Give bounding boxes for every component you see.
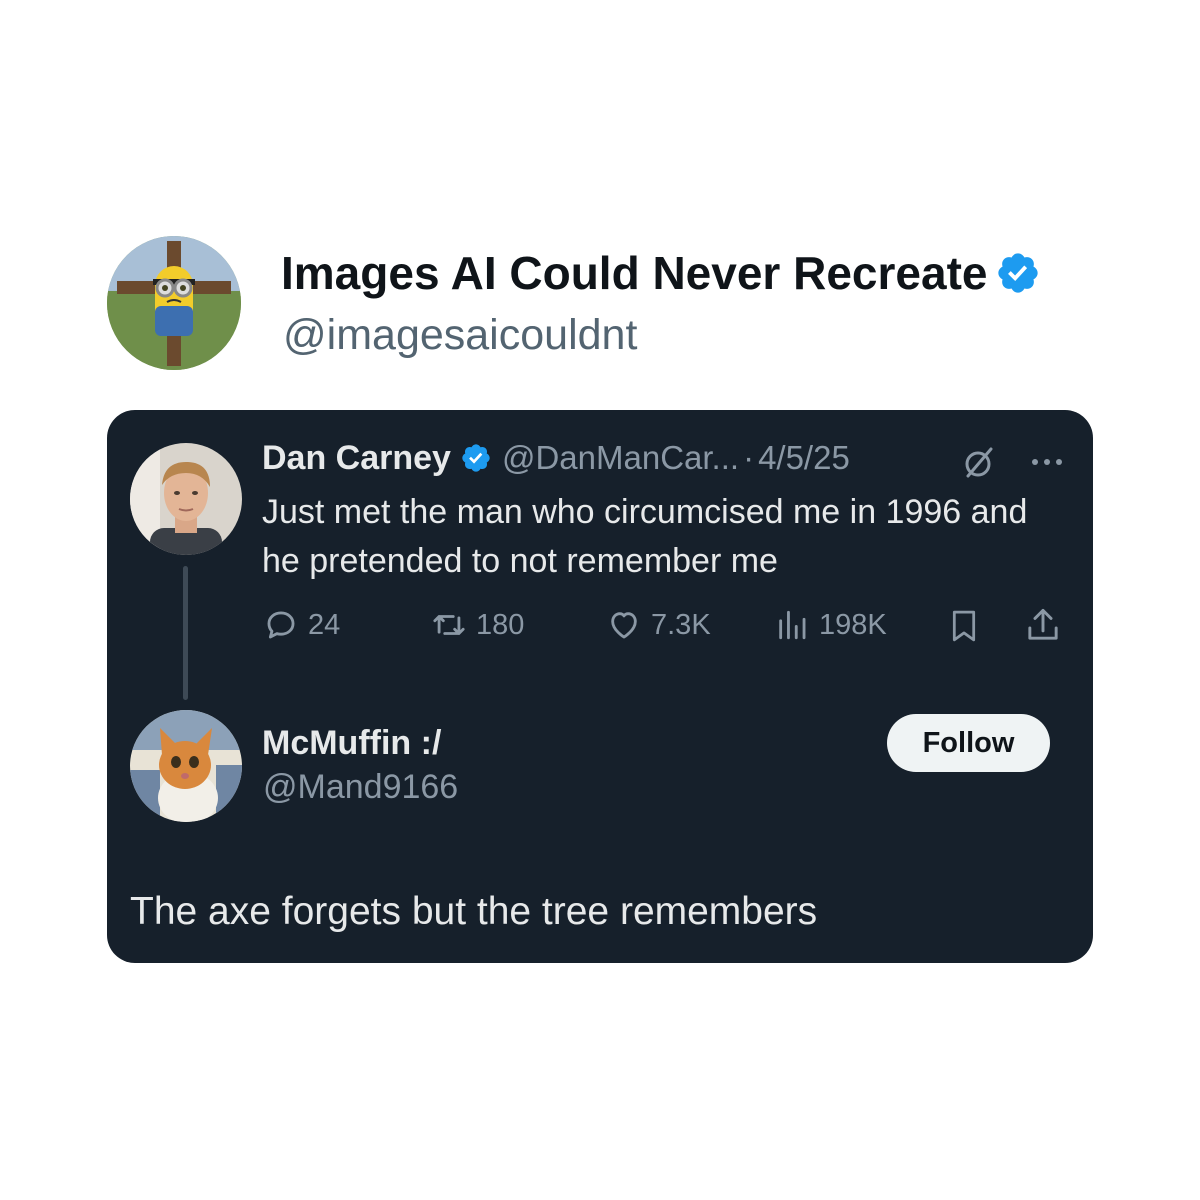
views-button[interactable]: 198K — [775, 608, 887, 642]
man-portrait-avatar — [130, 443, 242, 555]
header-separator: · — [743, 439, 755, 476]
follow-button[interactable]: Follow — [887, 714, 1050, 772]
verified-badge-icon — [998, 253, 1039, 293]
views-icon — [779, 610, 806, 640]
more-icon[interactable] — [1027, 454, 1067, 470]
dan-carney-handle[interactable]: @DanManCar... — [502, 439, 739, 477]
retweet-icon — [433, 615, 465, 635]
account-handle: @imagesaicouldnt — [283, 311, 638, 359]
reply-count: 24 — [308, 608, 341, 641]
like-button[interactable]: 7.3K — [607, 608, 711, 642]
orange-cat-avatar — [130, 710, 242, 822]
tweet-card: Dan Carney @DanManCar... · 4/5/25 Just m… — [107, 410, 1093, 963]
thread-connector-line — [183, 566, 188, 700]
dan-carney-avatar[interactable] — [130, 443, 242, 555]
reply-icon — [267, 611, 295, 639]
like-icon — [611, 612, 637, 639]
reply-text: The axe forgets but the tree remembers — [130, 890, 818, 933]
mcmuffin-name[interactable]: McMuffin :/ — [262, 724, 441, 763]
mcmuffin-handle[interactable]: @Mand9166 — [263, 768, 458, 807]
verified-badge-icon — [462, 444, 490, 472]
account-name: Images AI Could Never Recreate — [281, 247, 988, 299]
like-count: 7.3K — [651, 608, 711, 641]
retweet-count: 180 — [476, 608, 525, 641]
reply-button[interactable]: 24 — [264, 608, 340, 642]
account-avatar[interactable] — [107, 236, 241, 370]
tweet-text: Just met the man who circumcised me in 1… — [262, 493, 1028, 580]
bookmark-icon[interactable] — [947, 608, 981, 644]
views-count: 198K — [819, 608, 887, 641]
account-name-row: Images AI Could Never Recreate — [281, 246, 1041, 300]
minion-on-cross-avatar — [107, 236, 241, 370]
retweet-button[interactable]: 180 — [432, 608, 524, 642]
grok-icon[interactable] — [962, 446, 996, 480]
dan-carney-name[interactable]: Dan Carney — [262, 439, 451, 478]
dan-carney-header: Dan Carney @DanManCar... · 4/5/25 — [262, 437, 850, 479]
mcmuffin-avatar[interactable] — [130, 710, 242, 822]
tweet-date[interactable]: 4/5/25 — [758, 439, 850, 477]
share-icon[interactable] — [1025, 606, 1061, 644]
